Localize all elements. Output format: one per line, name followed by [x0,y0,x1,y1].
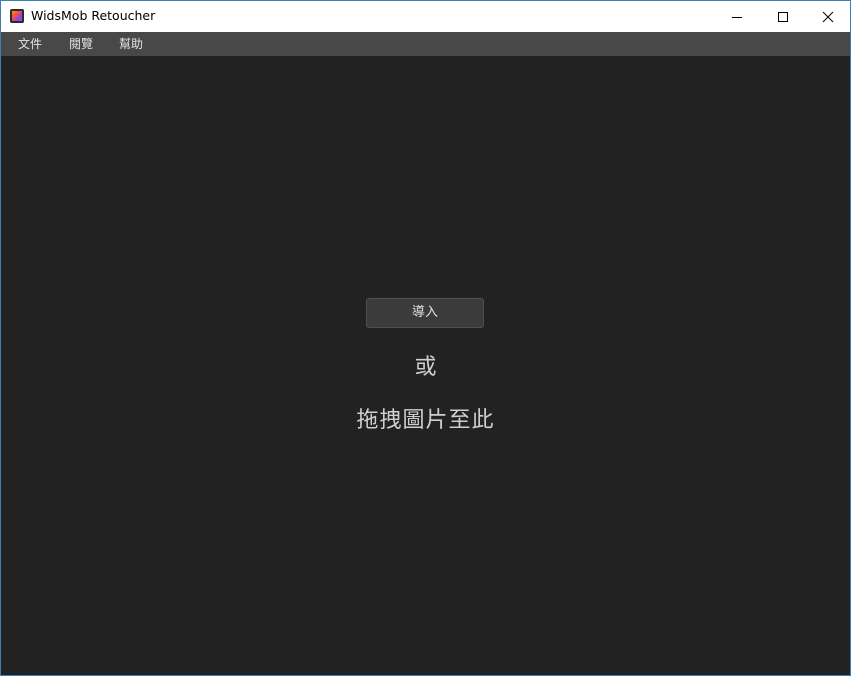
minimize-button[interactable] [714,1,760,32]
title-bar[interactable]: WidsMob Retoucher [1,1,850,32]
drag-hint-label: 拖拽圖片至此 [356,408,495,433]
app-icon [10,9,24,23]
or-label: 或 [414,355,437,380]
menu-file[interactable]: 文件 [18,32,42,56]
minimize-icon [732,16,742,18]
close-icon [822,11,834,22]
maximize-icon [778,11,788,22]
menu-bar: 文件 閱覽 幫助 [1,32,850,56]
drop-zone[interactable]: 導入 或 拖拽圖片至此 [1,56,850,675]
window-title: WidsMob Retoucher [31,8,156,23]
menu-help[interactable]: 幫助 [119,32,143,56]
app-window: WidsMob Retoucher 文件 閱覽 幫助 導入 或 拖拽圖片至此 [0,0,851,676]
maximize-button[interactable] [760,1,806,32]
import-button[interactable]: 導入 [366,298,484,328]
close-button[interactable] [805,1,850,32]
menu-view[interactable]: 閱覽 [69,32,93,56]
